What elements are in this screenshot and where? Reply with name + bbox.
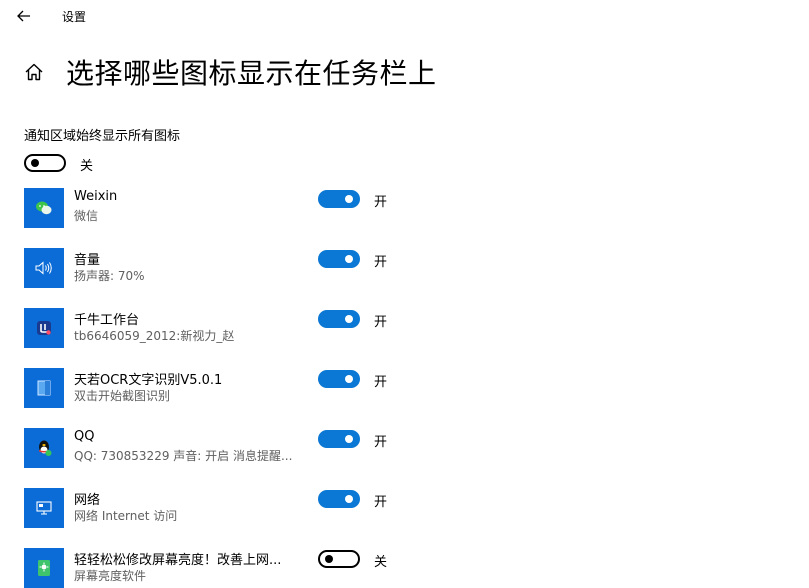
app-toggle-network[interactable] xyxy=(318,490,360,508)
app-toggle-ocr[interactable] xyxy=(318,370,360,388)
toggle-knob xyxy=(345,315,353,323)
back-button[interactable] xyxy=(10,4,38,28)
always-show-all-toggle[interactable] xyxy=(24,154,66,172)
toggle-knob xyxy=(345,255,353,263)
app-description: 网络 Internet 访问 xyxy=(74,509,178,523)
app-name: 网络 xyxy=(74,493,101,508)
app-toggle-state: 开 xyxy=(374,435,388,450)
app-toggle-qq[interactable] xyxy=(318,430,360,448)
app-description: 双击开始截图识别 xyxy=(74,389,171,403)
toggle-knob xyxy=(345,195,353,203)
toggle-knob xyxy=(345,375,353,383)
app-toggle-state: 开 xyxy=(374,315,388,330)
app-toggle-volume[interactable] xyxy=(318,250,360,268)
app-row-brightness: 轻轻松松修改屏幕亮度！改善上网... 屏幕亮度软件 关 xyxy=(24,548,804,588)
app-toggle-weixin[interactable] xyxy=(318,190,360,208)
app-row-qq: QQ QQ: 730853229 声音: 开启 消息提醒... 开 xyxy=(24,428,804,468)
page-title: 选择哪些图标显示在任务栏上 xyxy=(66,57,437,90)
app-description: tb6646059_2012:新视力_赵 xyxy=(74,329,235,343)
app-row-ocr: 天若OCR文字识别V5.0.1 双击开始截图识别 开 xyxy=(24,368,804,408)
app-toggle-qianniu[interactable] xyxy=(318,310,360,328)
app-toggle-state: 开 xyxy=(374,375,388,390)
toggle-knob xyxy=(31,159,39,167)
app-row-network: 网络 网络 Internet 访问 开 xyxy=(24,488,804,528)
app-name: 音量 xyxy=(74,253,101,268)
window-title: 设置 xyxy=(62,10,87,24)
app-row-volume: 音量 扬声器: 70% 开 xyxy=(24,248,804,288)
app-description: QQ: 730853229 声音: 开启 消息提醒... xyxy=(74,449,293,463)
brightness-icon xyxy=(24,548,64,588)
app-toggle-state: 开 xyxy=(374,495,388,510)
ocr-icon xyxy=(24,368,64,408)
app-description: 扬声器: 70% xyxy=(74,269,145,283)
always-show-all-label: 通知区域始终显示所有图标 xyxy=(24,129,181,144)
app-toggle-state: 开 xyxy=(374,195,388,210)
qianniu-icon xyxy=(24,308,64,348)
toggle-knob xyxy=(325,555,333,563)
home-icon[interactable] xyxy=(23,61,45,83)
always-show-all-state: 关 xyxy=(80,159,94,174)
toggle-knob xyxy=(345,435,353,443)
wechat-icon xyxy=(24,188,64,228)
app-toggle-state: 关 xyxy=(374,555,388,570)
app-name: 千牛工作台 xyxy=(74,313,140,328)
app-name: Weixin xyxy=(74,189,118,204)
speaker-icon xyxy=(24,248,64,288)
qq-icon xyxy=(24,428,64,468)
title-bar: 设置 xyxy=(0,0,809,34)
toggle-knob xyxy=(345,495,353,503)
app-description: 微信 xyxy=(74,209,99,223)
app-name: 天若OCR文字识别V5.0.1 xyxy=(74,373,223,388)
app-row-qianniu: 千牛工作台 tb6646059_2012:新视力_赵 开 xyxy=(24,308,804,348)
back-arrow-icon xyxy=(17,10,30,22)
app-name: QQ xyxy=(74,429,95,444)
app-toggle-state: 开 xyxy=(374,255,388,270)
network-icon xyxy=(24,488,64,528)
app-description: 屏幕亮度软件 xyxy=(74,569,147,583)
app-row-weixin: Weixin 微信 开 xyxy=(24,188,804,228)
app-name: 轻轻松松修改屏幕亮度！改善上网... xyxy=(74,553,282,568)
app-toggle-brightness[interactable] xyxy=(318,550,360,568)
